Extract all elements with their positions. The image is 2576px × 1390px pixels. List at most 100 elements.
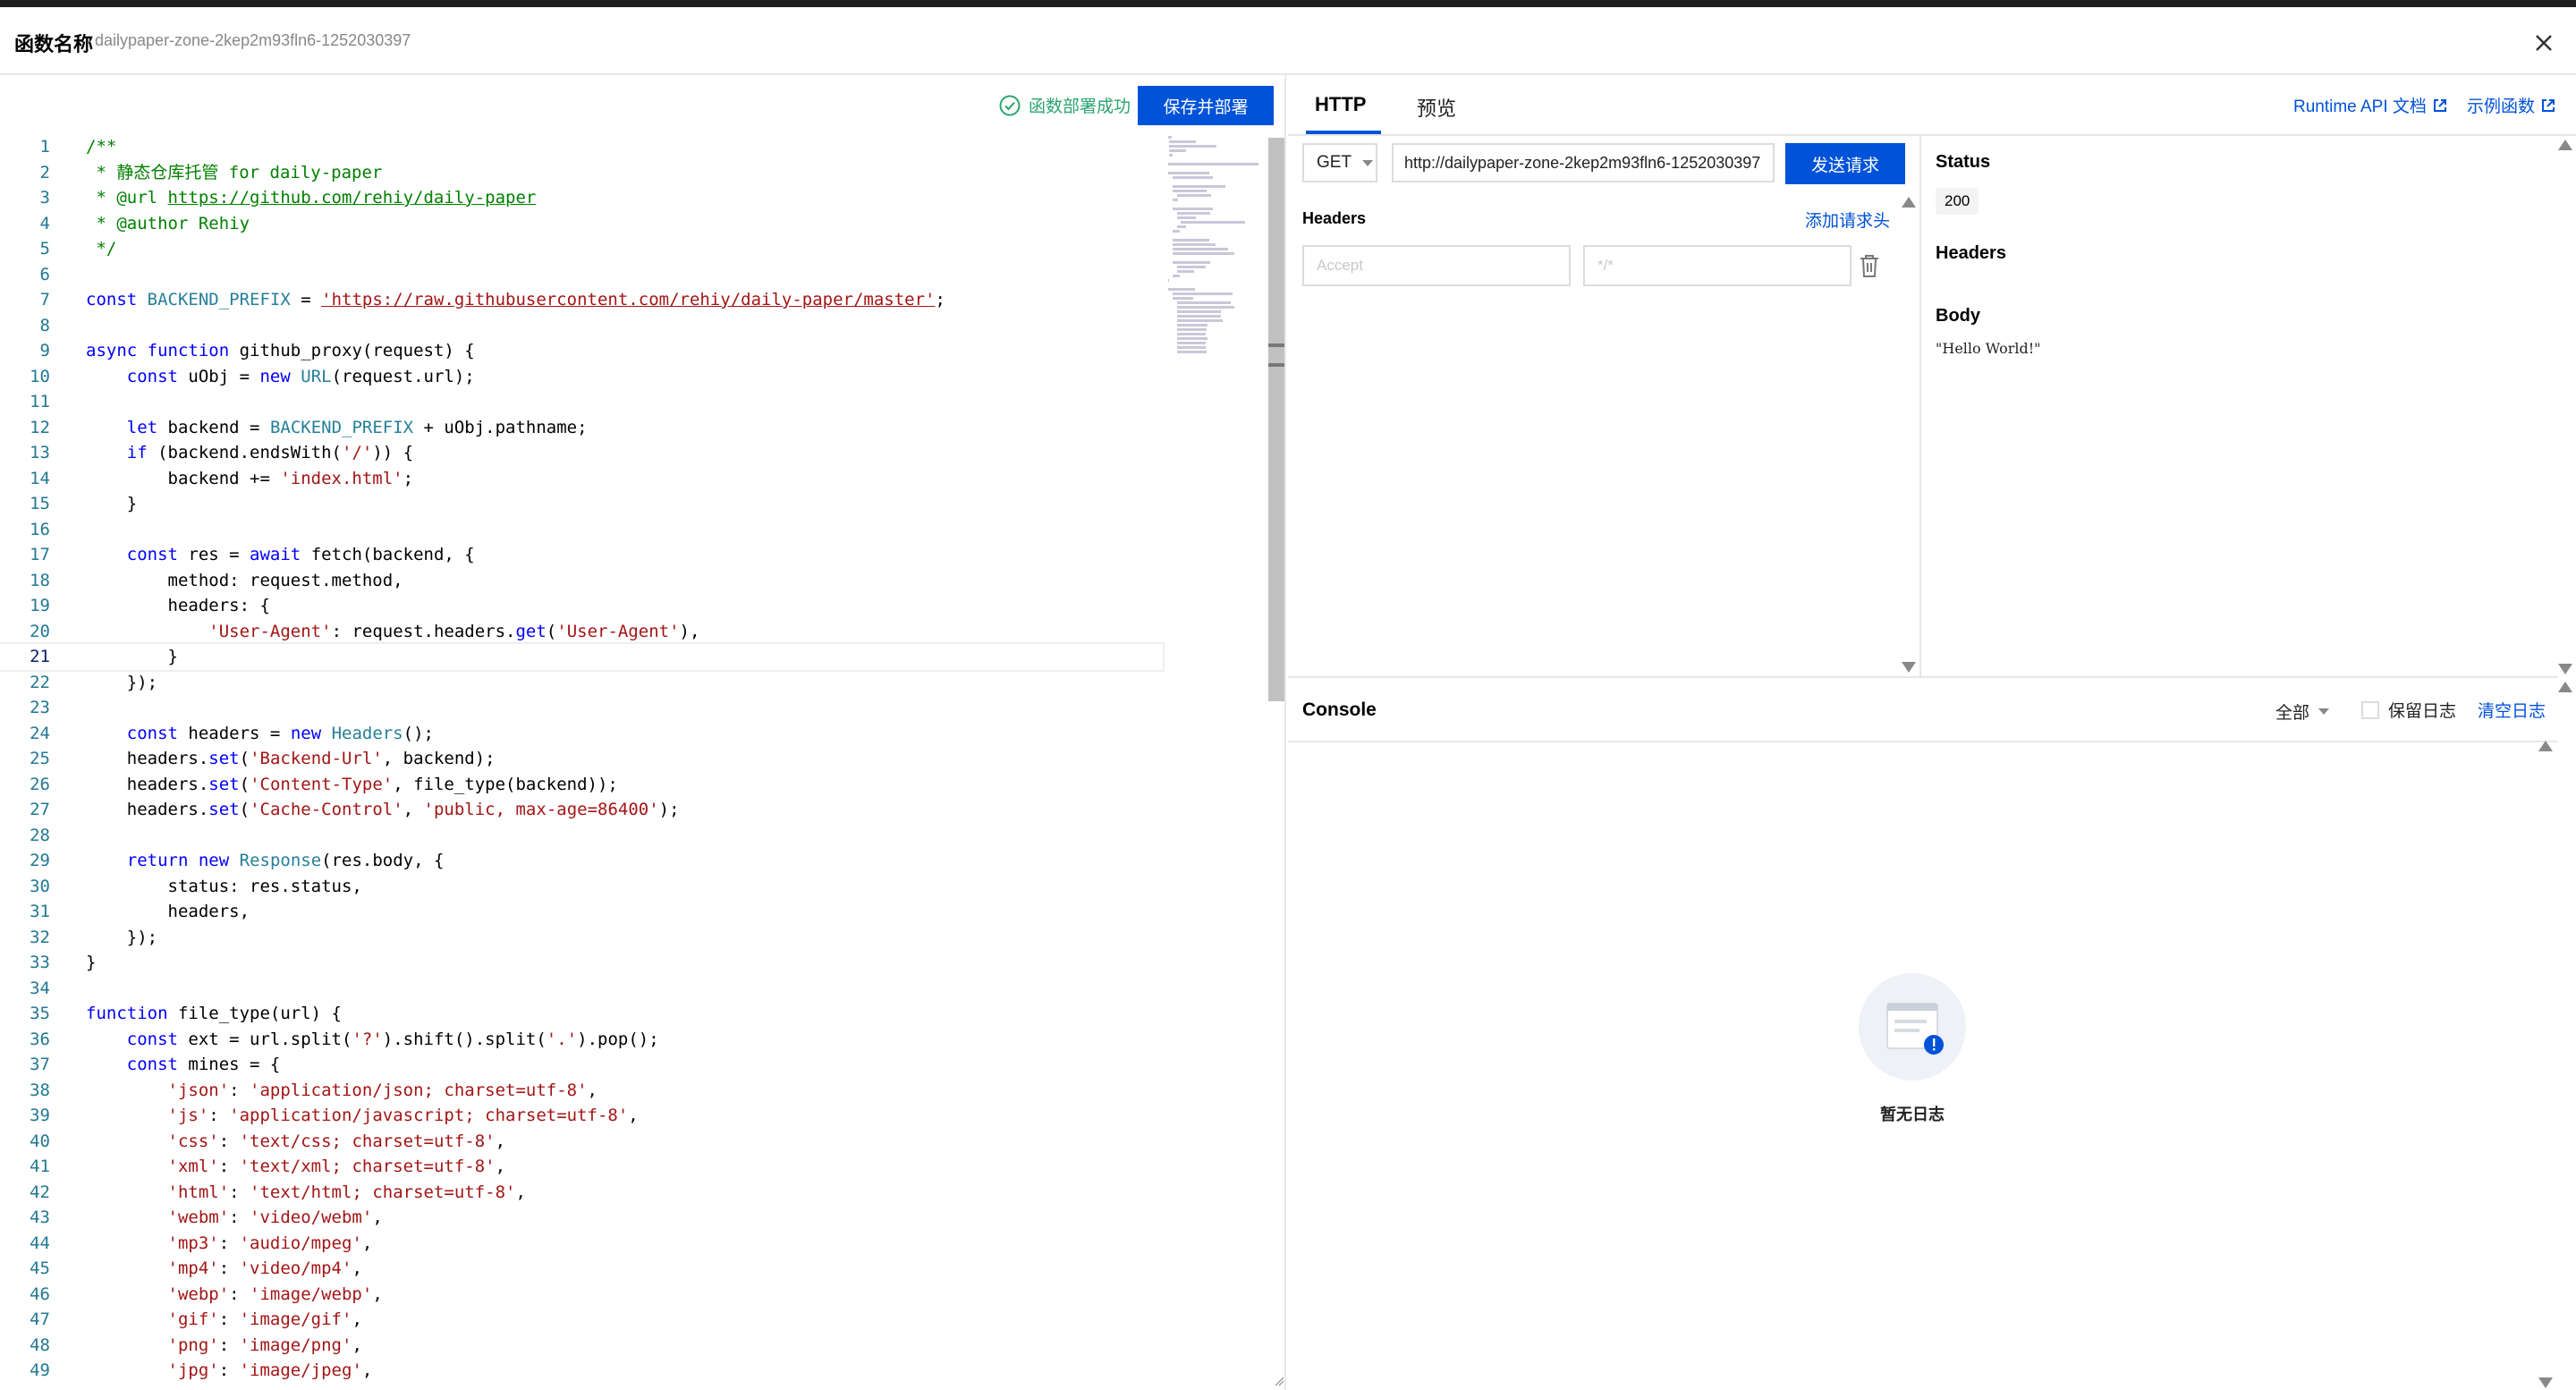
code-line[interactable]: 34 [0, 976, 1163, 1002]
code-text[interactable]: return new Response(res.body, { [86, 848, 445, 874]
code-line[interactable]: 4 * @author Rehiy [0, 211, 1163, 237]
code-line[interactable]: 6 [0, 262, 1163, 288]
code-text[interactable]: /** [86, 134, 116, 160]
log-level-select[interactable]: 全部 [2275, 699, 2330, 724]
method-select[interactable]: GET [1302, 143, 1377, 182]
code-line[interactable]: 13 if (backend.endsWith('/')) { [0, 440, 1163, 466]
save-deploy-button[interactable]: 保存并部署 [1138, 86, 1274, 125]
code-text[interactable]: 'png': 'image/png', [86, 1333, 362, 1359]
code-line[interactable]: 44 'mp3': 'audio/mpeg', [0, 1231, 1163, 1257]
code-editor[interactable]: 1/** 2 * 静态仓库托管 for daily-paper 3 * @url h… [0, 134, 1270, 1390]
resize-handle-icon[interactable] [1274, 1376, 1284, 1386]
code-line[interactable]: 36 const ext = url.split('?').shift().sp… [0, 1027, 1163, 1053]
clear-log-button[interactable]: 清空日志 [2478, 698, 2546, 722]
editor-minimap[interactable] [1168, 134, 1268, 353]
code-line[interactable]: 15 } [0, 491, 1163, 517]
code-line[interactable]: 3 * @url https://github.com/rehiy/daily-… [0, 185, 1163, 211]
code-line[interactable]: 20 'User-Agent': request.headers.get('Us… [0, 619, 1163, 645]
code-text[interactable]: 'xml': 'text/xml; charset=utf-8', [86, 1154, 506, 1180]
checkbox-box[interactable] [2361, 700, 2379, 719]
code-line[interactable]: 43 'webm': 'video/webm', [0, 1205, 1163, 1231]
code-line[interactable]: 47 'gif': 'image/gif', [0, 1307, 1163, 1333]
code-line[interactable]: 46 'webp': 'image/webp', [0, 1282, 1163, 1308]
code-text[interactable]: 'gif': 'image/gif', [86, 1307, 362, 1333]
code-text[interactable]: 'webp': 'image/webp', [86, 1282, 383, 1308]
code-text[interactable]: } [86, 491, 137, 517]
code-text[interactable]: backend += 'index.html'; [86, 466, 414, 492]
code-line[interactable]: 31 headers, [0, 899, 1163, 925]
code-line[interactable]: 16 [0, 517, 1163, 543]
code-text[interactable]: 'webm': 'video/webm', [86, 1205, 383, 1231]
console-scroll-down-icon[interactable] [2538, 1377, 2553, 1388]
code-text[interactable]: const BACKEND_PREFIX = 'https://raw.gith… [86, 287, 945, 313]
code-text[interactable]: function file_type(url) { [86, 1001, 342, 1027]
code-text[interactable]: headers: { [86, 593, 270, 619]
code-text[interactable]: headers.set('Content-Type', file_type(ba… [86, 772, 618, 798]
code-line[interactable]: 2 * 静态仓库托管 for daily-paper [0, 160, 1163, 186]
code-line[interactable]: 8 [0, 313, 1163, 339]
code-line[interactable]: 37 const mines = { [0, 1052, 1163, 1078]
code-text[interactable]: } [86, 950, 96, 976]
code-line[interactable]: 35 function file_type(url) { [0, 1001, 1163, 1027]
editor-scrollbar[interactable] [1268, 138, 1284, 701]
console-resize-up-icon[interactable] [2558, 682, 2572, 692]
code-line[interactable]: 21 } [0, 642, 1165, 672]
header-value-input[interactable] [1583, 245, 1852, 286]
trash-icon[interactable] [1857, 252, 1882, 279]
code-text[interactable]: 'mp3': 'audio/mpeg', [86, 1231, 373, 1257]
code-line[interactable]: 5 */ [0, 236, 1163, 262]
code-text[interactable]: 'jpg': 'image/jpeg', [86, 1358, 373, 1384]
code-line[interactable]: 41 'xml': 'text/xml; charset=utf-8', [0, 1154, 1163, 1180]
code-line[interactable]: 10 const uObj = new URL(request.url); [0, 364, 1163, 390]
tab-http[interactable]: HTTP [1315, 93, 1366, 116]
code-text[interactable]: 'mp4': 'video/mp4', [86, 1256, 362, 1282]
code-line[interactable]: 9 async function github_proxy(request) { [0, 338, 1163, 364]
code-line[interactable]: 11 [0, 389, 1163, 415]
keep-log-checkbox[interactable]: 保留日志 [2361, 698, 2456, 722]
code-line[interactable]: 28 [0, 823, 1163, 849]
code-text[interactable]: const mines = { [86, 1052, 281, 1078]
close-icon[interactable] [2528, 27, 2560, 59]
code-line[interactable]: 30 status: res.status, [0, 874, 1163, 900]
runtime-api-doc-link[interactable]: Runtime API 文档 [2293, 93, 2448, 117]
url-input[interactable] [1392, 143, 1775, 182]
code-text[interactable]: 'js': 'application/javascript; charset=u… [86, 1103, 639, 1129]
panel-divider[interactable] [1284, 75, 1286, 1390]
code-text[interactable]: headers.set('Cache-Control', 'public, ma… [86, 797, 680, 823]
code-line[interactable]: 32 }); [0, 925, 1163, 951]
code-line[interactable]: 39 'js': 'application/javascript; charse… [0, 1103, 1163, 1129]
code-line[interactable]: 1 /** [0, 134, 1163, 160]
code-line[interactable]: 7 const BACKEND_PREFIX = 'https://raw.git… [0, 287, 1163, 313]
request-scroll-down-icon[interactable] [1902, 662, 1916, 673]
console-scroll-up-icon[interactable] [2538, 741, 2553, 751]
send-request-button[interactable]: 发送请求 [1785, 143, 1905, 184]
code-line[interactable]: 19 headers: { [0, 593, 1163, 619]
code-line[interactable]: 33} [0, 950, 1163, 976]
example-functions-link[interactable]: 示例函数 [2467, 93, 2556, 117]
code-line[interactable]: 14 backend += 'index.html'; [0, 466, 1163, 492]
code-text[interactable]: if (backend.endsWith('/')) { [86, 440, 413, 466]
code-lines[interactable]: 1/** 2 * 静态仓库托管 for daily-paper 3 * @url h… [0, 134, 1165, 1384]
response-scroll-down-icon[interactable] [2558, 664, 2572, 674]
code-line[interactable]: 25 headers.set('Backend-Url', backend); [0, 746, 1163, 772]
code-text[interactable]: 'css': 'text/css; charset=utf-8', [86, 1129, 506, 1155]
code-text[interactable]: const res = await fetch(backend, { [86, 542, 475, 568]
code-line[interactable]: 49 'jpg': 'image/jpeg', [0, 1358, 1163, 1384]
code-text[interactable]: * @url https://github.com/rehiy/daily-pa… [86, 185, 536, 211]
code-line[interactable]: 45 'mp4': 'video/mp4', [0, 1256, 1163, 1282]
code-line[interactable]: 23 [0, 695, 1163, 721]
code-text[interactable]: headers.set('Backend-Url', backend); [86, 746, 496, 772]
code-line[interactable]: 40 'css': 'text/css; charset=utf-8', [0, 1129, 1163, 1155]
code-text[interactable]: 'json': 'application/json; charset=utf-8… [86, 1078, 597, 1104]
code-text[interactable]: status: res.status, [86, 874, 362, 900]
code-line[interactable]: 27 headers.set('Cache-Control', 'public,… [0, 797, 1163, 823]
code-text[interactable]: */ [86, 236, 116, 262]
code-text[interactable]: } [86, 644, 178, 670]
code-line[interactable]: 24 const headers = new Headers(); [0, 721, 1163, 747]
code-text[interactable]: method: request.method, [86, 568, 403, 594]
request-scroll-up-icon[interactable] [1902, 197, 1916, 208]
code-line[interactable]: 42 'html': 'text/html; charset=utf-8', [0, 1180, 1163, 1206]
code-text[interactable]: 'User-Agent': request.headers.get('User-… [86, 619, 699, 645]
code-text[interactable]: const ext = url.split('?').shift().split… [86, 1027, 659, 1053]
code-line[interactable]: 18 method: request.method, [0, 568, 1163, 594]
